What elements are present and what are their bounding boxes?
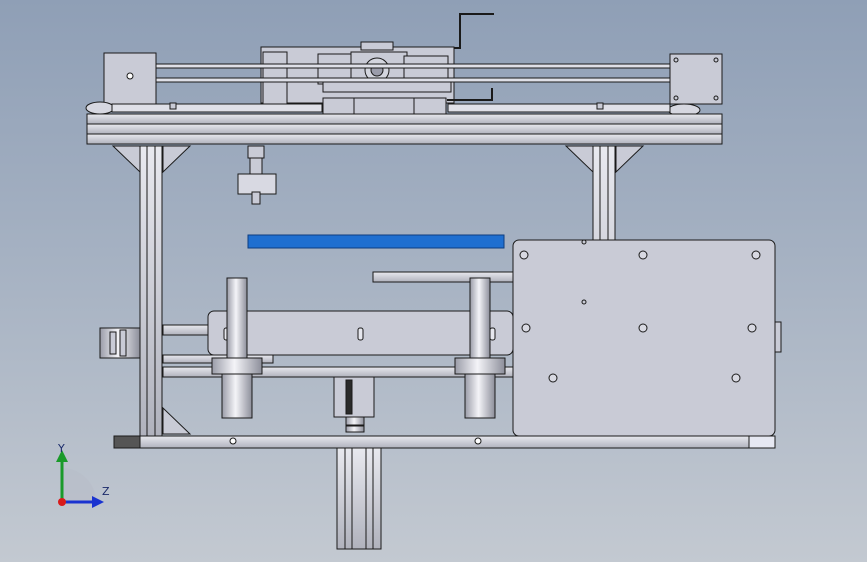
lift-actuator: [333, 376, 375, 433]
axis-triad: [56, 450, 104, 508]
side-nozzle: [99, 327, 141, 359]
highlighted-plate[interactable]: [247, 234, 505, 249]
base-beam: [113, 435, 776, 449]
triad-arc: [62, 468, 96, 502]
z-axis-label: Z: [102, 485, 110, 498]
x-axis-dot: [58, 498, 66, 506]
left-vertical-post: [139, 145, 163, 437]
lower-column: [336, 447, 382, 550]
cad-viewport[interactable]: Y Z: [0, 0, 867, 562]
y-axis-label: Y: [58, 442, 65, 455]
control-box: [512, 239, 782, 437]
gripper-head[interactable]: [237, 145, 277, 205]
assembly-drawing[interactable]: [0, 0, 867, 562]
crank-handle[interactable]: [440, 13, 494, 49]
slide-rail: [372, 271, 514, 283]
right-stepper-motor: [667, 53, 723, 117]
top-beam: [86, 113, 723, 145]
